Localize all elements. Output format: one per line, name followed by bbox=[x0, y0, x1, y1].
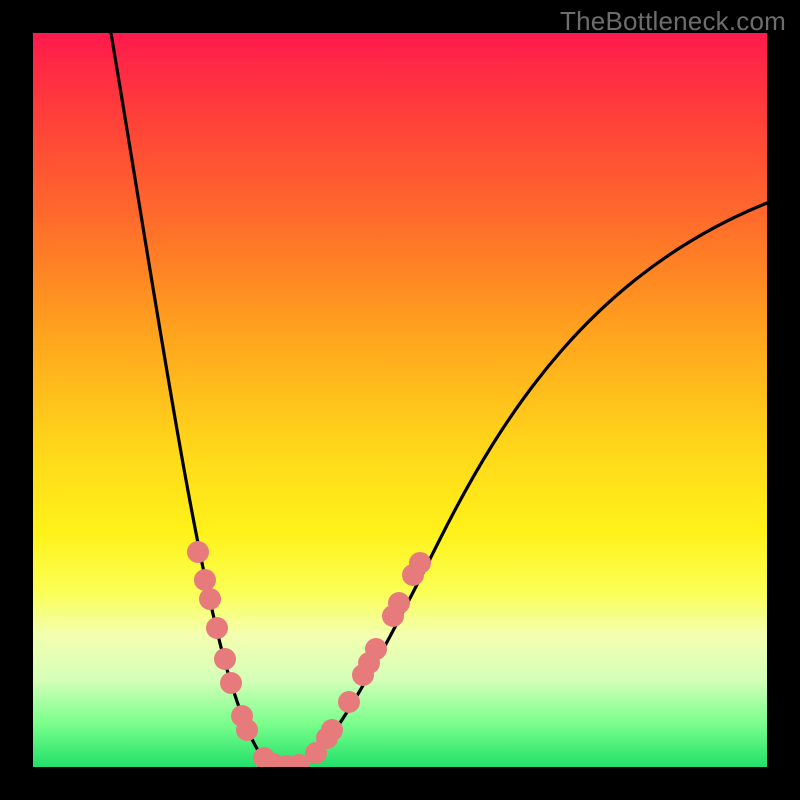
marker-group bbox=[187, 541, 431, 767]
data-marker bbox=[187, 541, 209, 563]
data-marker bbox=[365, 638, 387, 660]
data-marker bbox=[321, 719, 343, 741]
data-marker bbox=[388, 592, 410, 614]
data-marker bbox=[236, 719, 258, 741]
chart-frame: TheBottleneck.com bbox=[0, 0, 800, 800]
data-marker bbox=[194, 569, 216, 591]
data-marker bbox=[199, 588, 221, 610]
plot-area bbox=[33, 33, 767, 767]
data-marker bbox=[214, 648, 236, 670]
data-marker bbox=[220, 672, 242, 694]
data-marker bbox=[338, 691, 360, 713]
data-marker bbox=[409, 552, 431, 574]
data-marker bbox=[206, 617, 228, 639]
curve-layer bbox=[33, 33, 767, 767]
left-branch-curve bbox=[111, 33, 291, 766]
